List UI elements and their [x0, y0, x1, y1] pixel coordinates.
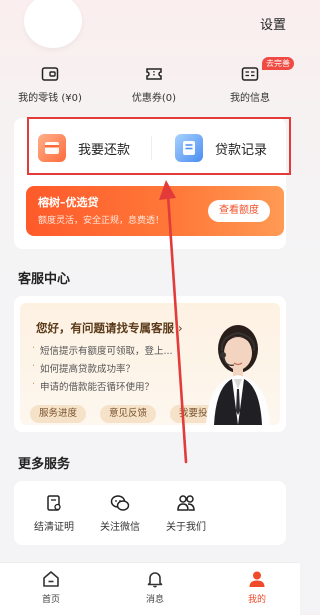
section-title-more-services: 更多服务 — [18, 457, 71, 472]
more-service-label: 关注微信 — [100, 522, 140, 533]
view-credit-button[interactable]: 查看额度 — [208, 200, 270, 222]
certificate-icon — [47, 495, 61, 511]
home-icon — [43, 571, 59, 587]
my-info-button[interactable]: 去完善 我的信息 — [200, 57, 300, 106]
tab-label: 我的 — [247, 595, 266, 605]
id-card-icon — [241, 67, 259, 81]
faq-item[interactable]: 如何提高贷款成功率？ — [32, 361, 135, 375]
user-icon — [249, 571, 265, 587]
highlight-box — [27, 117, 291, 175]
customer-service-title[interactable]: 您好，有问题请找专属客服 › — [36, 320, 183, 336]
promo-title: 榕树–优选贷 — [38, 196, 99, 209]
settlement-certificate-button[interactable]: 结清证明 — [24, 494, 84, 533]
people-icon — [177, 495, 195, 511]
quick-actions-row: 我的零钱 (¥0) 优惠券(0) 去完善 我的信息 — [0, 57, 300, 106]
faq-item[interactable]: 短信提示有额度可领取，登上... — [32, 343, 173, 357]
avatar[interactable] — [24, 0, 82, 48]
coupons-button[interactable]: 优惠券(0) — [104, 62, 204, 106]
follow-wechat-button[interactable]: 关注微信 — [90, 494, 150, 533]
complete-info-badge: 去完善 — [262, 57, 294, 70]
wallet-label: 我的零钱 (¥0) — [18, 93, 82, 104]
settings-button[interactable]: 设置 — [260, 14, 286, 33]
promo-banner[interactable]: 榕树–优选贷 额度灵活，安全正规，息费透！ 查看额度 — [26, 186, 284, 236]
chevron-right-icon: › — [178, 321, 183, 335]
coupons-label: 优惠券(0) — [131, 93, 177, 104]
customer-service-banner[interactable]: 您好，有问题请找专属客服 › 短信提示有额度可领取，登上... 如何提高贷款成功… — [20, 303, 280, 425]
my-info-label: 我的信息 — [230, 93, 270, 104]
wallet-button[interactable]: 我的零钱 (¥0) — [0, 62, 100, 106]
wallet-icon — [41, 67, 59, 81]
bell-icon — [147, 572, 163, 588]
coupon-icon — [146, 68, 162, 80]
promo-subtitle: 额度灵活，安全正规，息费透！ — [38, 216, 165, 226]
tab-home[interactable]: 首页 — [21, 569, 81, 605]
feedback-button[interactable]: 意见反馈 — [100, 405, 157, 423]
tab-bar: 首页 消息 我的 — [0, 562, 300, 615]
tab-label: 消息 — [145, 595, 164, 605]
more-service-label: 结清证明 — [34, 522, 74, 533]
customer-service-card: 您好，有问题请找专属客服 › 短信提示有额度可领取，登上... 如何提高贷款成功… — [14, 296, 286, 432]
tab-label: 首页 — [41, 595, 60, 605]
more-services-card: 结清证明 关注微信 关于我们 — [14, 481, 286, 545]
tab-mine[interactable]: 我的 — [227, 569, 287, 605]
faq-item[interactable]: 申请的借款能否循环使用？ — [32, 379, 154, 393]
wechat-icon — [110, 495, 130, 511]
tab-messages[interactable]: 消息 — [125, 569, 185, 605]
section-title-customer-service: 客服中心 — [18, 272, 71, 287]
about-us-button[interactable]: 关于我们 — [156, 494, 216, 533]
customer-service-agent-image — [206, 325, 270, 425]
more-service-label: 关于我们 — [166, 522, 206, 533]
service-progress-button[interactable]: 服务进度 — [30, 405, 87, 423]
